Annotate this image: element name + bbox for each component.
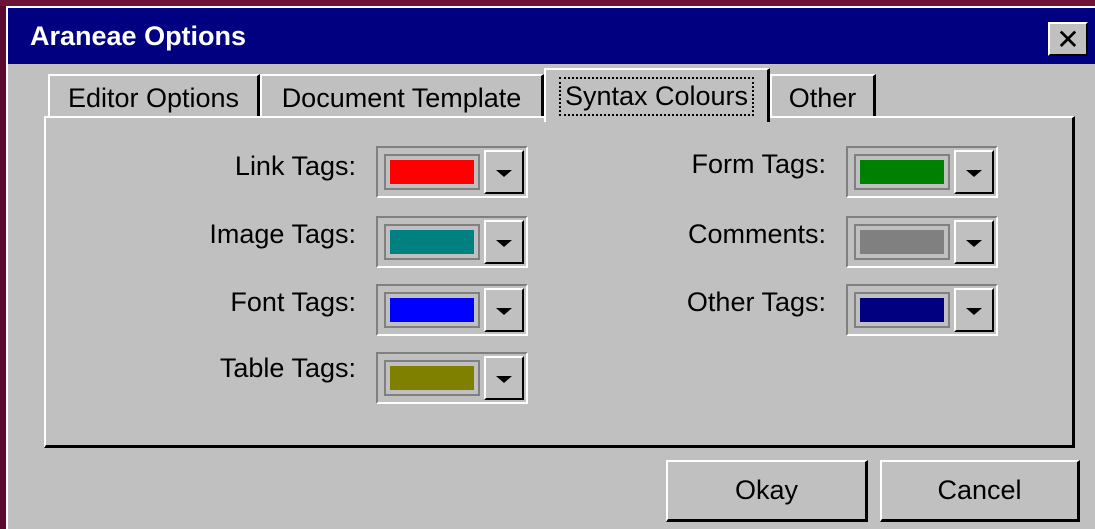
colour-swatch-frame	[384, 154, 480, 190]
tab-editor-options[interactable]: Editor Options	[48, 74, 260, 120]
comments-swatch	[860, 230, 944, 254]
close-icon: ✕	[1056, 23, 1080, 55]
table-tags-colour-select[interactable]	[376, 352, 528, 404]
table-tags-label: Table Tags:	[219, 353, 356, 383]
colour-swatch-frame	[854, 292, 950, 328]
form-tags-swatch	[860, 160, 944, 184]
link-tags-swatch	[390, 160, 474, 184]
tab-label: Document Template	[281, 82, 522, 113]
tab-document-template[interactable]: Document Template	[260, 74, 544, 120]
close-button[interactable]: ✕	[1048, 22, 1088, 56]
other-tags-colour-select[interactable]	[846, 284, 998, 336]
tab-other[interactable]: Other	[770, 74, 876, 120]
font-tags-swatch	[390, 298, 474, 322]
colour-swatch-frame	[854, 224, 950, 260]
colour-swatch-frame	[384, 292, 480, 328]
dropdown-button[interactable]	[954, 150, 994, 194]
image-tags-swatch	[390, 230, 474, 254]
tab-label: Editor Options	[67, 82, 240, 113]
other-tags-label: Other Tags:	[686, 287, 826, 317]
tab-label: Other	[788, 82, 857, 113]
form-tags-label: Form Tags:	[691, 149, 826, 179]
cancel-button-label: Cancel	[937, 475, 1022, 505]
tab-syntax-colours[interactable]: Syntax Colours	[544, 68, 770, 122]
dropdown-button[interactable]	[954, 288, 994, 332]
form-tags-colour-select[interactable]	[846, 146, 998, 198]
okay-button[interactable]: Okay	[666, 460, 868, 522]
title-bar: Araneae Options	[8, 8, 1095, 64]
dropdown-button[interactable]	[954, 220, 994, 264]
other-tags-swatch	[860, 298, 944, 322]
window-title: Araneae Options	[30, 21, 247, 51]
okay-button-label: Okay	[734, 475, 799, 505]
tab-label: Syntax Colours	[558, 76, 755, 116]
colour-swatch-frame	[384, 360, 480, 396]
link-tags-label: Link Tags:	[234, 151, 356, 181]
comments-colour-select[interactable]	[846, 216, 998, 268]
chevron-down-icon	[966, 170, 982, 177]
font-tags-label: Font Tags:	[230, 287, 356, 317]
table-tags-swatch	[390, 366, 474, 390]
colour-swatch-frame	[854, 154, 950, 190]
chevron-down-icon	[966, 240, 982, 247]
comments-label: Comments:	[687, 219, 826, 249]
chevron-down-icon	[966, 308, 982, 315]
image-tags-label: Image Tags:	[209, 219, 356, 249]
dropdown-button[interactable]	[484, 356, 524, 400]
colour-swatch-frame	[384, 224, 480, 260]
chevron-down-icon	[496, 376, 512, 383]
cancel-button[interactable]: Cancel	[880, 460, 1080, 522]
